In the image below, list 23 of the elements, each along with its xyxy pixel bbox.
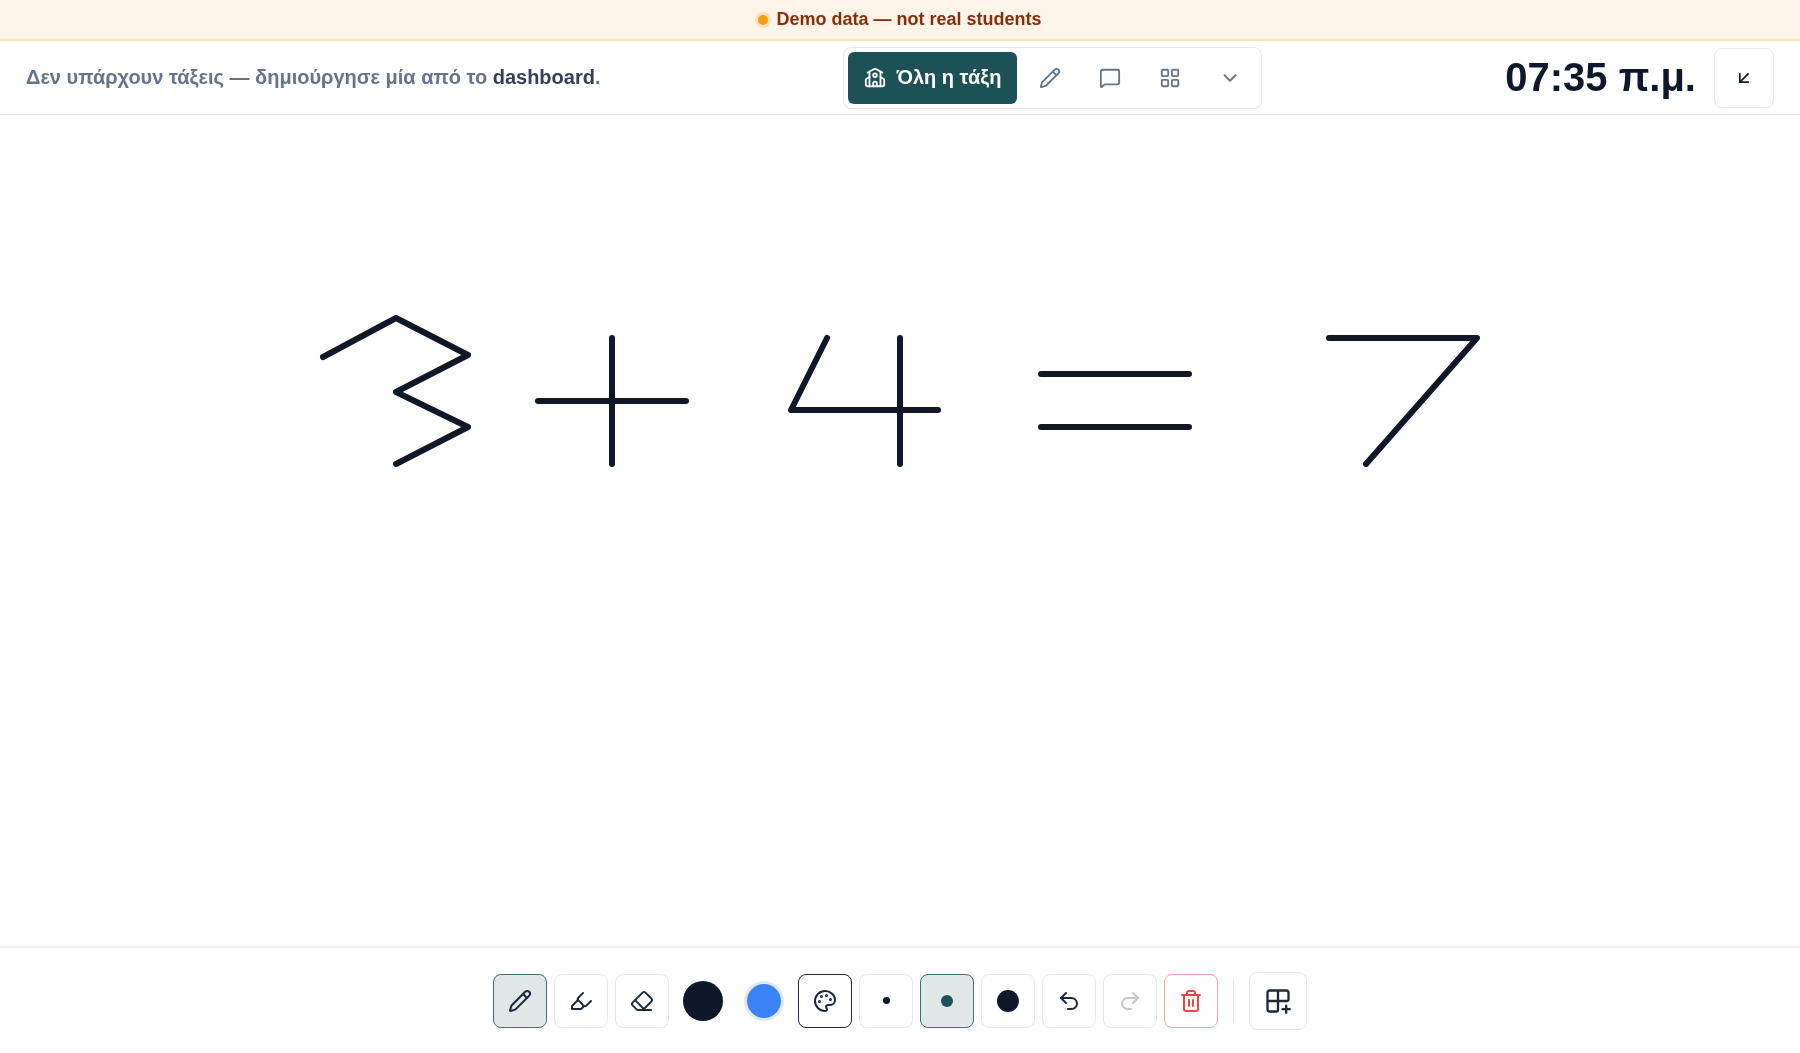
grid-plus-icon [1264,986,1292,1015]
size-button[interactable] [920,973,974,1028]
banner-text: Demo data — not real students [776,9,1042,30]
add-board-button[interactable] [1249,971,1307,1030]
tool-button[interactable] [493,973,547,1028]
message-icon [1099,66,1122,89]
palette-button[interactable] [798,973,852,1028]
school-icon [864,66,887,89]
class-button[interactable]: Όλη η τάξη [848,51,1018,104]
clock: 07:35 π.μ. [1505,55,1696,100]
trash-icon [1179,988,1203,1013]
size-dot-icon [882,997,890,1004]
pencil-icon [508,988,532,1013]
palette-icon [813,988,837,1013]
undo-button[interactable] [1042,973,1096,1028]
notice-text: Δεν υπάρχουν τάξεις — δημιούργησε μία από το dashboard. [26,66,601,89]
size-dot-icon [941,994,953,1007]
eraser-icon [630,988,654,1013]
status-dot [758,14,769,25]
size-dot-icon [997,989,1019,1012]
grid-icon [1159,66,1182,89]
pencil-icon [1039,66,1062,89]
delete-button[interactable] [1164,973,1218,1028]
